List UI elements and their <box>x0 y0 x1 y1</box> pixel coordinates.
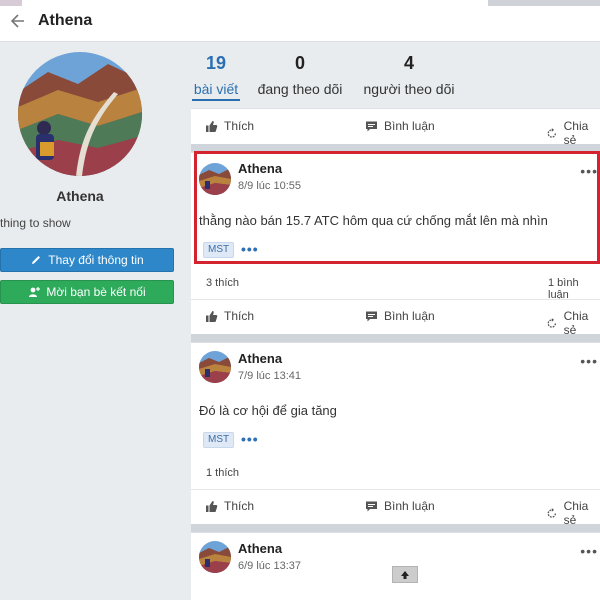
stat-following[interactable]: 0 đang theo dõi <box>254 52 346 99</box>
post-card: Athena 7/9 lúc 13:41 ••• Đó là cơ hội để… <box>191 342 600 527</box>
previous-post-actions: Thích Bình luận Chia sẻ <box>191 108 600 147</box>
edit-profile-button[interactable]: Thay đổi thông tin <box>0 248 174 272</box>
comment-icon <box>366 121 377 131</box>
profile-avatar[interactable] <box>18 52 142 176</box>
edit-profile-label: Thay đổi thông tin <box>48 253 144 267</box>
comments-count[interactable]: 1 bình luận <box>548 277 600 301</box>
stat-followers[interactable]: 4 người theo dõi <box>360 52 458 99</box>
comment-button[interactable]: Bình luận <box>365 309 435 323</box>
profile-photo-image <box>18 52 142 176</box>
share-icon <box>547 507 557 518</box>
like-label: Thích <box>224 119 255 133</box>
highlight-box <box>194 151 600 264</box>
post-options-button[interactable]: ••• <box>580 353 598 369</box>
post-time[interactable]: 6/9 lúc 13:37 <box>238 560 301 572</box>
stat-following-label: đang theo dõi <box>257 81 343 97</box>
author-photo-image <box>199 541 231 573</box>
arrow-up-icon <box>401 570 409 579</box>
pencil-icon <box>32 256 41 264</box>
share-label: Chia sẻ <box>563 119 589 147</box>
comment-label: Bình luận <box>384 499 435 513</box>
author-avatar[interactable] <box>199 541 231 573</box>
post-text: Đó là cơ hội để gia tăng <box>199 403 337 418</box>
profile-bio: thing to show <box>0 216 71 230</box>
stat-followers-label: người theo dõi <box>363 81 455 97</box>
window-corner-decoration <box>0 0 22 6</box>
window-top-strip <box>488 0 600 6</box>
action-bar: Thích Bình luận Chia sẻ <box>191 109 600 147</box>
like-button[interactable]: Thích <box>205 309 254 323</box>
action-bar: Thích Bình luận Chia sẻ <box>191 489 600 527</box>
likes-count[interactable]: 1 thích <box>206 467 239 479</box>
comment-button[interactable]: Bình luận <box>365 499 435 513</box>
post-separator <box>191 524 600 532</box>
like-button[interactable]: Thích <box>205 499 254 513</box>
invite-friends-button[interactable]: Mời bạn bè kết nối <box>0 280 174 304</box>
comment-label: Bình luận <box>384 309 435 323</box>
stat-posts-value: 19 <box>205 53 227 73</box>
like-button[interactable]: Thích <box>205 119 254 133</box>
comment-button[interactable]: Bình luận <box>365 119 435 133</box>
thumbs-up-icon <box>206 310 218 322</box>
share-button[interactable]: Chia sẻ <box>546 309 600 337</box>
comment-icon <box>366 311 377 321</box>
stat-posts[interactable]: 19 bài viết <box>192 52 240 101</box>
author-avatar[interactable] <box>199 351 231 383</box>
share-button[interactable]: Chia sẻ <box>546 119 600 147</box>
thumbs-up-icon <box>206 120 218 132</box>
back-arrow-icon[interactable] <box>10 11 26 31</box>
more-tags-button[interactable]: ••• <box>241 431 259 447</box>
add-user-icon <box>29 287 41 297</box>
post-separator <box>191 334 600 342</box>
share-icon <box>547 317 557 328</box>
post-options-button[interactable]: ••• <box>580 543 598 559</box>
author-photo-image <box>199 351 231 383</box>
action-bar: Thích Bình luận Chia sẻ <box>191 299 600 337</box>
stat-posts-label: bài viết <box>192 79 240 101</box>
profile-name: Athena <box>56 188 104 204</box>
share-icon <box>547 127 557 138</box>
share-label: Chia sẻ <box>563 499 589 527</box>
post-time[interactable]: 7/9 lúc 13:41 <box>238 370 301 382</box>
share-label: Chia sẻ <box>563 309 589 337</box>
like-label: Thích <box>224 499 255 513</box>
profile-stats: 19 bài viết 0 đang theo dõi 4 người theo… <box>190 42 600 108</box>
invite-friends-label: Mời bạn bè kết nối <box>46 285 146 299</box>
page-title: Athena <box>38 12 93 29</box>
stat-followers-value: 4 <box>403 53 414 73</box>
like-label: Thích <box>224 309 255 323</box>
profile-sidebar: Athena thing to show Thay đổi thông tin … <box>0 42 186 600</box>
scroll-to-top-button[interactable] <box>392 566 418 583</box>
comment-icon <box>366 501 377 511</box>
stock-tag[interactable]: MST <box>203 432 235 448</box>
post-author[interactable]: Athena <box>238 541 282 556</box>
post-feed: Thích Bình luận Chia sẻ Athena 8/9 lúc 1… <box>191 108 600 600</box>
comment-label: Bình luận <box>384 119 435 133</box>
top-bar: Athena <box>0 0 600 42</box>
share-button[interactable]: Chia sẻ <box>546 499 600 527</box>
likes-count[interactable]: 3 thích <box>206 277 239 289</box>
post-author[interactable]: Athena <box>238 351 282 366</box>
thumbs-up-icon <box>206 500 218 512</box>
stat-following-value: 0 <box>294 53 305 73</box>
